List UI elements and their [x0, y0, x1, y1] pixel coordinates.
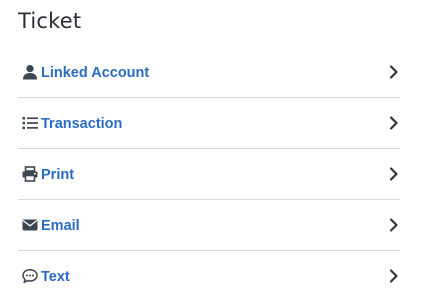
- list-item-print[interactable]: Print: [18, 149, 400, 200]
- chat-bubble-icon: [22, 268, 38, 284]
- chevron-right-icon: [388, 268, 400, 284]
- chevron-right-icon: [388, 217, 400, 233]
- list-item-label: Transaction: [41, 116, 123, 132]
- chevron-right-icon: [388, 115, 400, 131]
- list-icon: [22, 115, 38, 131]
- list-item-label: Print: [41, 167, 75, 183]
- list-item-label: Email: [41, 218, 80, 234]
- list-item-label: Linked Account: [41, 65, 150, 81]
- user-icon: [22, 64, 38, 80]
- list-item-email[interactable]: Email: [18, 200, 400, 251]
- chevron-right-icon: [388, 64, 400, 80]
- list-item-linked-account[interactable]: Linked Account: [18, 47, 400, 98]
- list-item-text[interactable]: Text: [18, 251, 400, 302]
- envelope-icon: [22, 217, 38, 233]
- list-item-label: Text: [41, 269, 70, 285]
- page-title: Ticket: [18, 9, 82, 33]
- list-item-transaction[interactable]: Transaction: [18, 98, 400, 149]
- ticket-options-list: Linked Account Transaction Print Email T…: [18, 47, 400, 302]
- printer-icon: [22, 166, 38, 182]
- chevron-right-icon: [388, 166, 400, 182]
